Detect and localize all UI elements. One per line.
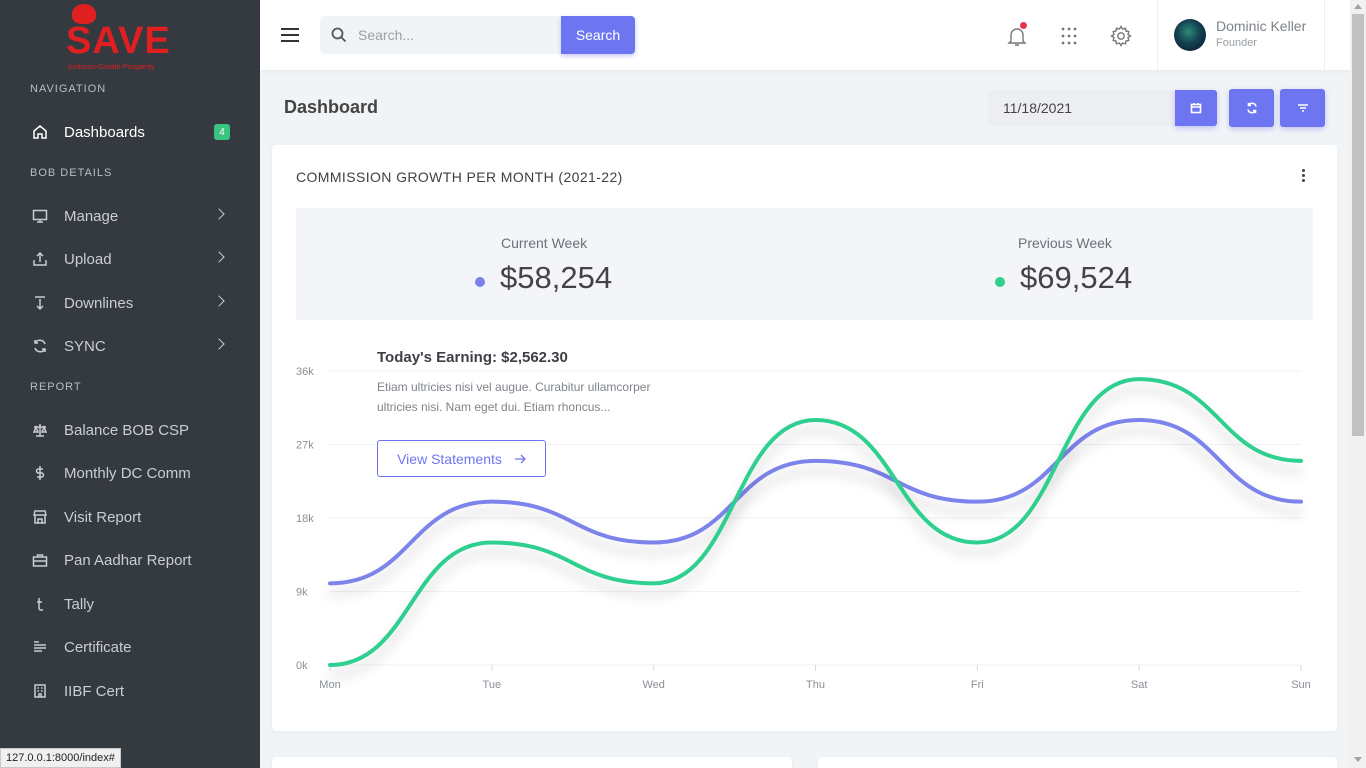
calendar-icon (1190, 103, 1202, 114)
dashboards-count-badge: 4 (214, 124, 230, 140)
sidebar-item-label: Dashboards (64, 123, 145, 141)
sidebar-item-balance-bob-csp[interactable]: Balance BOB CSP (0, 410, 260, 450)
sidebar-item-manage[interactable]: Manage (0, 196, 260, 236)
x-tick-label: Sat (1131, 679, 1148, 691)
sidebar-item-label: Visit Report (64, 508, 142, 526)
date-input[interactable]: 11/18/2021 (988, 90, 1176, 126)
x-tick-label: Fri (971, 679, 984, 691)
dollar-icon (30, 463, 50, 483)
logo-text: SAVE (66, 20, 171, 62)
sidebar: SAVE Inclusion-Growth-Prosperity NAVIGAT… (0, 0, 260, 768)
gear-icon[interactable] (1109, 24, 1133, 48)
x-tick-label: Sun (1291, 679, 1311, 691)
page-title: Dashboard (284, 97, 379, 117)
sidebar-item-downlines[interactable]: Downlines (0, 283, 260, 323)
refresh-icon (1246, 102, 1257, 114)
logo-tagline: Inclusion-Growth-Prosperity (68, 64, 155, 71)
search-button[interactable]: Search (561, 16, 635, 54)
sidebar-item-label: Certificate (64, 638, 132, 656)
y-tick-label: 18k (296, 513, 314, 525)
home-icon (30, 122, 50, 142)
bottom-card-right (818, 757, 1337, 768)
sidebar-item-label: SYNC (64, 337, 106, 355)
sidebar-item-label: Tally (64, 595, 95, 613)
scroll-up-arrow-icon[interactable] (1354, 4, 1362, 9)
todays-earning-title: Today's Earning: $2,562.30 (377, 349, 568, 366)
scroll-down-arrow-icon[interactable] (1354, 757, 1362, 762)
y-tick-label: 9k (296, 587, 308, 599)
commission-line-chart: 0k 9k 18k 27k 36k Mon Tue Wed Thu Fri Sat Sun (296, 366, 1311, 691)
sidebar-item-visit-report[interactable]: Visit Report (0, 497, 260, 537)
bottom-card-left (272, 757, 792, 768)
upload-icon (30, 249, 50, 269)
hamburger-menu-icon[interactable] (281, 28, 299, 42)
user-menu[interactable]: Dominic Keller Founder (1157, 0, 1325, 70)
save-logo[interactable]: SAVE Inclusion-Growth-Prosperity (62, 2, 198, 74)
briefcase-icon (30, 550, 50, 570)
filter-icon (1297, 104, 1308, 112)
sidebar-item-certificate[interactable]: Certificate (0, 627, 260, 667)
y-tick-label: 27k (296, 440, 314, 452)
sidebar-item-iibf-cert[interactable]: IIBF Cert (0, 671, 260, 711)
store-icon (30, 507, 50, 527)
search-box (320, 16, 562, 54)
chevron-right-icon (213, 208, 225, 220)
sidebar-item-tally[interactable]: Tally (0, 584, 260, 624)
refresh-button[interactable] (1229, 89, 1274, 127)
apps-grid-icon[interactable] (1057, 24, 1081, 48)
status-bar-url: 127.0.0.1:8000/index# (0, 748, 121, 768)
chart-series (328, 377, 1303, 667)
search-input[interactable] (358, 27, 548, 43)
notification-dot (1020, 22, 1027, 29)
sidebar-item-sync[interactable]: SYNC (0, 326, 260, 366)
x-tick-label: Mon (319, 679, 340, 691)
scrollbar-thumb[interactable] (1352, 14, 1364, 436)
arrow-right-icon (514, 454, 526, 463)
x-tick-label: Thu (806, 679, 825, 691)
tumblr-icon (30, 594, 50, 614)
y-tick-label: 0k (296, 660, 308, 672)
building-icon (30, 681, 50, 701)
notification-bell-icon[interactable] (1005, 22, 1029, 48)
download-arrow-icon (30, 293, 50, 313)
chevron-right-icon (213, 251, 225, 263)
sidebar-item-pan-aadhar-report[interactable]: Pan Aadhar Report (0, 540, 260, 580)
x-tick-label: Tue (483, 679, 502, 691)
sidebar-item-label: Monthly DC Comm (64, 464, 191, 482)
monitor-icon (30, 206, 50, 226)
sidebar-item-label: Balance BOB CSP (64, 421, 190, 439)
list-icon (30, 637, 50, 657)
avatar[interactable] (1174, 19, 1206, 51)
section-report: REPORT (30, 381, 82, 393)
top-header: Search Dominic Keller Founder (260, 0, 1350, 70)
calendar-button[interactable] (1175, 90, 1217, 126)
scale-icon (30, 420, 50, 440)
chevron-right-icon (213, 338, 225, 350)
commission-growth-card: COMMISSION GROWTH PER MONTH (2021-22) Cu… (272, 145, 1337, 731)
sidebar-item-label: Upload (64, 250, 112, 268)
user-role: Founder (1216, 37, 1257, 49)
sync-icon (30, 336, 50, 356)
sidebar-item-monthly-dc-comm[interactable]: Monthly DC Comm (0, 453, 260, 493)
view-statements-label: View Statements (397, 450, 502, 467)
section-bob-details: BOB DETAILS (30, 167, 113, 179)
sidebar-item-label: IIBF Cert (64, 682, 125, 700)
sidebar-item-dashboards[interactable]: Dashboards 4 (0, 112, 260, 152)
search-icon (320, 16, 358, 54)
x-tick-label: Wed (642, 679, 664, 691)
y-tick-label: 36k (296, 366, 314, 378)
view-statements-button[interactable]: View Statements (377, 440, 546, 477)
filter-button[interactable] (1280, 89, 1325, 127)
section-navigation: NAVIGATION (30, 83, 107, 95)
sidebar-item-upload[interactable]: Upload (0, 239, 260, 279)
sidebar-item-label: Downlines (64, 294, 134, 312)
sidebar-item-label: Manage (64, 207, 119, 225)
todays-earning-description: Etiam ultricies nisi vel augue. Curabitu… (377, 380, 651, 414)
user-name: Dominic Keller (1216, 18, 1307, 34)
page-scrollbar[interactable] (1350, 0, 1366, 768)
chevron-right-icon (213, 295, 225, 307)
sidebar-item-label: Pan Aadhar Report (64, 551, 192, 569)
